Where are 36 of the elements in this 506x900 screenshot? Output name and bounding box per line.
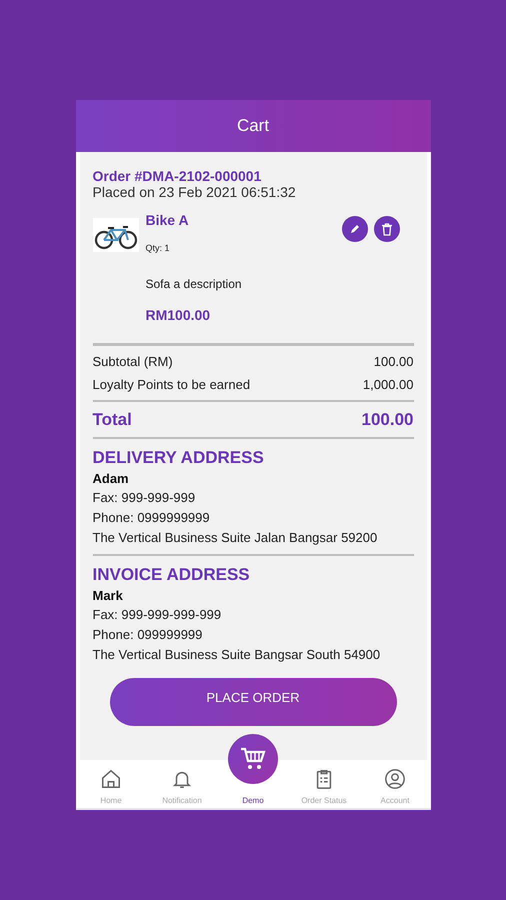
address-heading: INVOICE ADDRESS [92, 565, 251, 585]
tab-item[interactable]: Home [100, 768, 122, 808]
tab-item[interactable]: Demo [242, 796, 264, 808]
tab-item[interactable]: Notification [162, 768, 202, 808]
address-heading: DELIVERY ADDRESS [92, 448, 265, 468]
order-date: Placed on 23 Feb 2021 06:51:32 [92, 184, 297, 200]
address-line: Fax: 999-999-999-999 [92, 607, 222, 623]
tab-item[interactable]: Order Status [301, 768, 347, 808]
summary-label: Subtotal (RM) [92, 354, 173, 369]
delete-button[interactable] [374, 216, 400, 242]
product-price: RM100.00 [146, 307, 212, 323]
product-description: Sofa a description [146, 277, 243, 291]
address-line: The Vertical Business Suite Jalan Bangsar 59200 [92, 530, 378, 546]
pencil-icon [348, 223, 360, 235]
account-icon [384, 768, 406, 790]
address-line: The Vertical Business Suite Bangsar South 54900 [92, 647, 382, 663]
summary-value: 100.00 [374, 354, 414, 369]
screen-title: Cart [236, 116, 270, 136]
summary-value: 1,000.00 [362, 377, 414, 392]
address-name: Adam [92, 471, 130, 486]
tab-item[interactable]: Account [380, 768, 410, 808]
total-label: Total [92, 410, 132, 430]
summary-label: Loyalty Points to be earned [92, 377, 250, 392]
home-icon [100, 768, 122, 790]
address-line: Phone: 0999999999 [92, 510, 211, 526]
total-value: 100.00 [362, 410, 414, 430]
address-line: Fax: 999-999-999 [92, 490, 196, 506]
product-quantity: Qty: 1 [146, 243, 171, 253]
order-number: Order #DMA-2102-000001 [92, 168, 262, 184]
product-name: Bike A [146, 212, 190, 228]
address-name: Mark [92, 588, 124, 603]
place-order-button[interactable]: PLACE ORDER [110, 678, 396, 726]
address-line: Phone: 099999999 [92, 627, 204, 643]
edit-button[interactable] [342, 216, 368, 242]
trash-icon [380, 222, 392, 236]
cart-icon [240, 747, 266, 771]
